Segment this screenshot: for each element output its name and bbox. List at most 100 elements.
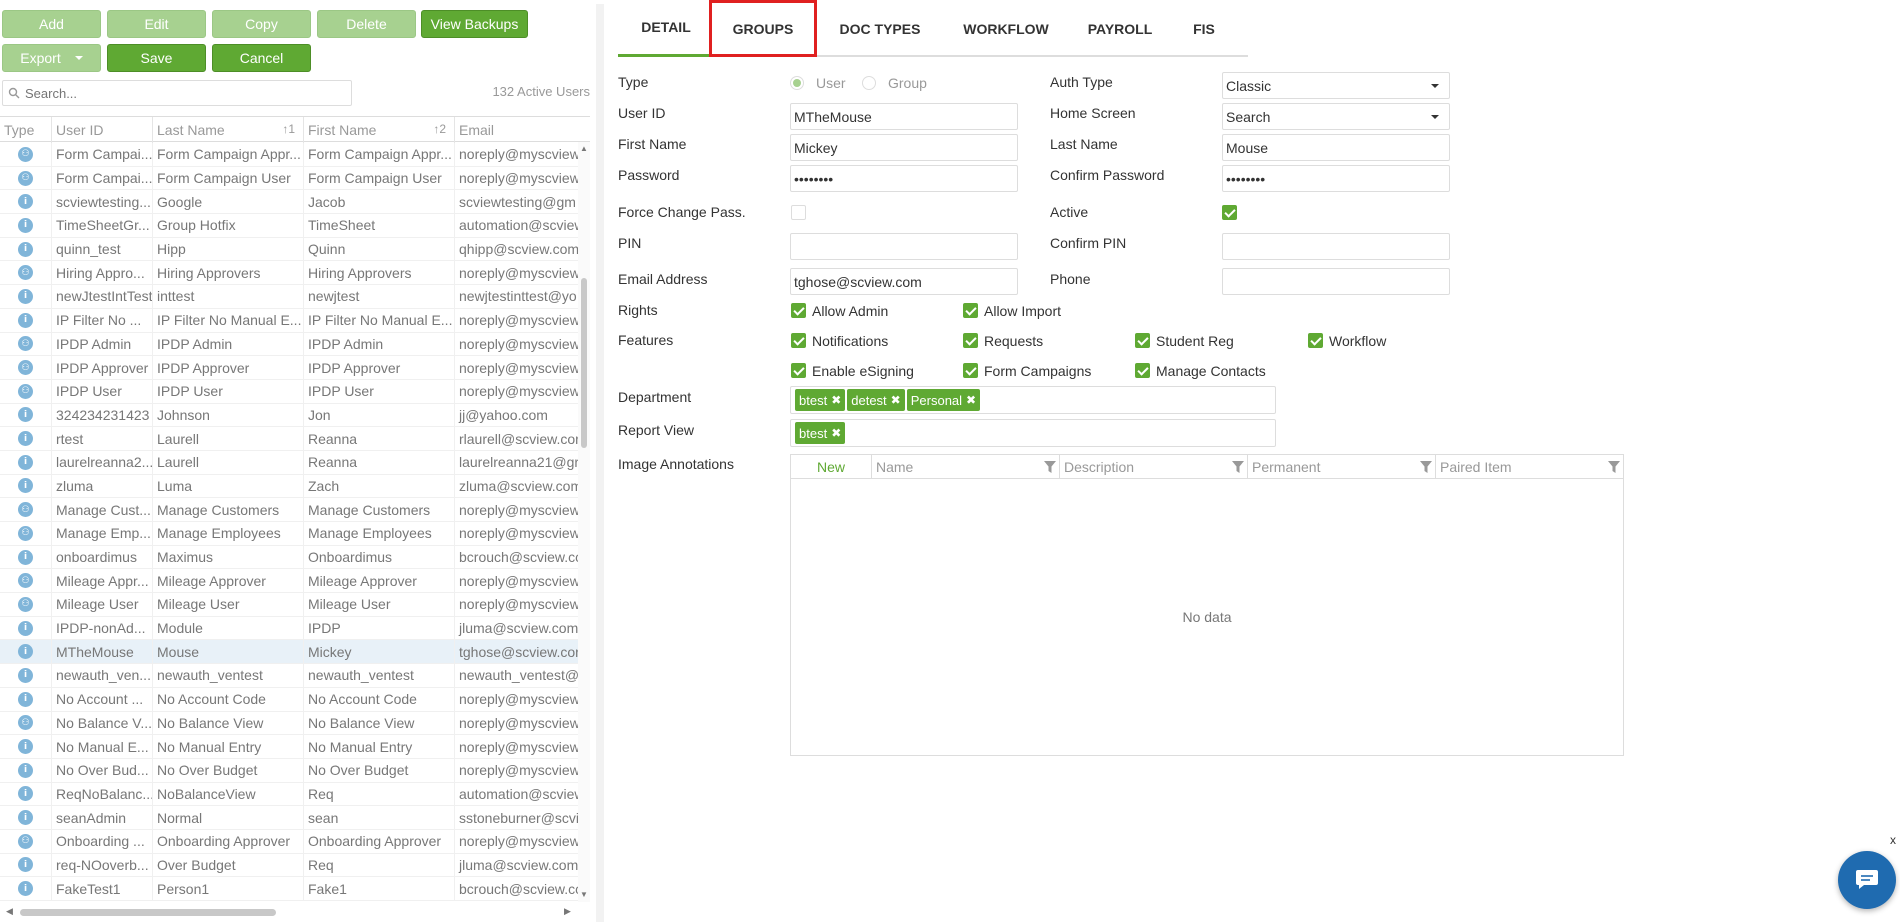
- table-row[interactable]: i No Over Bud... No Over Budget No Over Bud…: [0, 758, 578, 783]
- table-row[interactable]: ⚇ Manage Cust... Manage Customers Manage Cu…: [0, 498, 578, 522]
- pin-field[interactable]: [790, 233, 1018, 260]
- table-row[interactable]: ⚇ Form Campai... Form Campaign Appr... Form…: [0, 143, 578, 167]
- col-user-id[interactable]: User ID: [52, 117, 153, 143]
- first-name-field[interactable]: Mickey: [790, 134, 1018, 161]
- tab-groups[interactable]: GROUPS: [709, 0, 817, 57]
- search-box[interactable]: [2, 80, 352, 106]
- col-first-name[interactable]: First Name ↑2: [304, 117, 455, 143]
- delete-button[interactable]: Delete: [317, 10, 416, 38]
- student-reg-checkbox[interactable]: [1135, 333, 1150, 348]
- table-row[interactable]: i TimeSheetGr... Group Hotfix TimeSheet auto…: [0, 214, 578, 238]
- view-backups-button[interactable]: View Backups: [421, 10, 528, 38]
- chat-close-button[interactable]: x: [1890, 833, 1896, 847]
- report-view-tag[interactable]: btest ✖: [795, 422, 846, 444]
- table-row[interactable]: ⚇ IPDP Approver IPDP Approver IPDP Approver…: [0, 356, 578, 380]
- remove-tag-icon[interactable]: ✖: [831, 393, 841, 407]
- confirm-password-field[interactable]: ••••••••: [1222, 165, 1450, 192]
- table-row[interactable]: ⚇ Mileage User Mileage User Mileage User nor…: [0, 593, 578, 617]
- allow-admin-checkbox[interactable]: [791, 303, 806, 318]
- table-row[interactable]: i IP Filter No ... IP Filter No Manual E..…: [0, 308, 578, 333]
- table-row[interactable]: i IPDP-nonAd... Module IPDP jluma@scview.com: [0, 616, 578, 641]
- manage-contacts-checkbox[interactable]: [1135, 363, 1150, 378]
- table-row[interactable]: i laurelreanna2... Laurell Reanna laurelrean…: [0, 450, 578, 475]
- allow-import-checkbox[interactable]: [963, 303, 978, 318]
- table-row[interactable]: i newauth_ven... newauth_ventest newauth_ve…: [0, 664, 578, 688]
- scroll-thumb[interactable]: [20, 909, 276, 916]
- scroll-down-icon[interactable]: ▼: [580, 890, 588, 899]
- col-ann-name[interactable]: Name: [872, 455, 1060, 478]
- esigning-checkbox[interactable]: [791, 363, 806, 378]
- type-user-radio[interactable]: User: [790, 75, 846, 91]
- filter-icon[interactable]: [1232, 460, 1244, 476]
- table-row[interactable]: i scviewtesting... Google Jacob scviewtestin…: [0, 190, 578, 215]
- table-row[interactable]: ⚇ Form Campai... Form Campaign User Form Ca…: [0, 166, 578, 191]
- table-row[interactable]: ⚇ Manage Emp... Manage Employees Manage Emp…: [0, 522, 578, 546]
- remove-tag-icon[interactable]: ✖: [966, 393, 976, 407]
- type-group-radio[interactable]: Group: [862, 75, 927, 91]
- horizontal-scrollbar[interactable]: ◀ ▶: [0, 906, 578, 918]
- tab-workflow[interactable]: WORKFLOW: [952, 0, 1060, 57]
- department-tag[interactable]: detest ✖: [847, 389, 905, 411]
- department-tagbox[interactable]: btest ✖ detest ✖ Personal ✖: [790, 386, 1276, 414]
- table-row[interactable]: i quinn_test Hipp Quinn qhipp@scview.com: [0, 237, 578, 262]
- filter-icon[interactable]: [1420, 460, 1432, 476]
- scroll-left-icon[interactable]: ◀: [6, 906, 13, 917]
- scroll-up-icon[interactable]: ▲: [580, 144, 588, 153]
- add-button[interactable]: Add: [2, 10, 101, 38]
- tab-detail[interactable]: DETAIL: [618, 0, 714, 57]
- password-field[interactable]: ••••••••: [790, 165, 1018, 192]
- requests-checkbox[interactable]: [963, 333, 978, 348]
- edit-button[interactable]: Edit: [107, 10, 206, 38]
- tab-fis[interactable]: FIS: [1180, 0, 1228, 57]
- phone-field[interactable]: [1222, 268, 1450, 295]
- col-last-name[interactable]: Last Name ↑1: [153, 117, 304, 143]
- col-ann-permanent[interactable]: Permanent: [1248, 455, 1436, 478]
- table-row[interactable]: i req-NOoverb... Over Budget Req jluma@scvie…: [0, 853, 578, 878]
- table-row[interactable]: ⚇ Mileage Appr... Mileage Approver Mileage …: [0, 569, 578, 594]
- new-annotation-button[interactable]: New: [791, 455, 872, 478]
- report-view-tagbox[interactable]: btest ✖: [790, 419, 1276, 447]
- tab-payroll[interactable]: PAYROLL: [1080, 0, 1160, 57]
- notifications-checkbox[interactable]: [791, 333, 806, 348]
- filter-icon[interactable]: [1044, 460, 1056, 476]
- user-id-field[interactable]: MTheMouse: [790, 103, 1018, 130]
- scroll-right-icon[interactable]: ▶: [564, 906, 571, 917]
- table-row[interactable]: ⚇ Hiring Appro... Hiring Approvers Hiring A…: [0, 261, 578, 286]
- table-row[interactable]: i FakeTest1 Person1 Fake1 bcrouch@scview.cc: [0, 877, 578, 901]
- workflow-checkbox[interactable]: [1308, 333, 1323, 348]
- col-email[interactable]: Email: [455, 117, 590, 143]
- table-row[interactable]: i seanAdmin Normal sean sstoneburner@scvi: [0, 806, 578, 830]
- cancel-button[interactable]: Cancel: [212, 44, 311, 72]
- chat-launcher-button[interactable]: [1838, 851, 1896, 909]
- home-screen-select[interactable]: Search: [1222, 103, 1450, 130]
- department-tag[interactable]: Personal ✖: [906, 389, 981, 411]
- pane-divider[interactable]: [596, 4, 604, 922]
- copy-button[interactable]: Copy: [212, 10, 311, 38]
- auth-type-select[interactable]: Classic: [1222, 72, 1450, 99]
- remove-tag-icon[interactable]: ✖: [891, 393, 901, 407]
- form-campaigns-checkbox[interactable]: [963, 363, 978, 378]
- table-row[interactable]: i newJtestIntTest inttest newjtest newjtesti…: [0, 285, 578, 309]
- table-row[interactable]: ⚇ IPDP Admin IPDP Admin IPDP Admin noreply@m…: [0, 332, 578, 357]
- email-field[interactable]: tghose@scview.com: [790, 268, 1018, 295]
- last-name-field[interactable]: Mouse: [1222, 134, 1450, 161]
- table-row[interactable]: i zluma Luma Zach zluma@scview.com: [0, 474, 578, 499]
- department-tag[interactable]: btest ✖: [795, 389, 846, 411]
- table-row[interactable]: i MTheMouse Mouse Mickey tghose@scview.cor: [0, 640, 578, 665]
- table-row[interactable]: i No Account ... No Account Code No Account…: [0, 687, 578, 712]
- table-row[interactable]: ⚇ No Balance V... No Balance View No Balanc…: [0, 711, 578, 736]
- save-button[interactable]: Save: [107, 44, 206, 72]
- search-input[interactable]: [25, 85, 335, 101]
- col-ann-paired-item[interactable]: Paired Item: [1436, 455, 1623, 478]
- tab-doc-types[interactable]: DOC TYPES: [828, 0, 932, 57]
- table-row[interactable]: i 324234231423 Johnson Jon jj@yahoo.com: [0, 403, 578, 428]
- table-row[interactable]: i onboardimus Maximus Onboardimus bcrouch@sc…: [0, 545, 578, 570]
- vertical-scrollbar[interactable]: ▲ ▼: [578, 142, 590, 902]
- table-row[interactable]: ⚇ Onboarding ... Onboarding Approver Onboar…: [0, 829, 578, 854]
- table-row[interactable]: ⚇ IPDP User IPDP User IPDP User noreply@mysc…: [0, 379, 578, 404]
- filter-icon[interactable]: [1608, 460, 1620, 476]
- remove-tag-icon[interactable]: ✖: [831, 426, 841, 440]
- table-row[interactable]: i rtest Laurell Reanna rlaurell@scview.cor: [0, 427, 578, 451]
- force-change-checkbox[interactable]: [791, 205, 806, 220]
- table-row[interactable]: i ReqNoBalanc... NoBalanceView Req automatio…: [0, 782, 578, 807]
